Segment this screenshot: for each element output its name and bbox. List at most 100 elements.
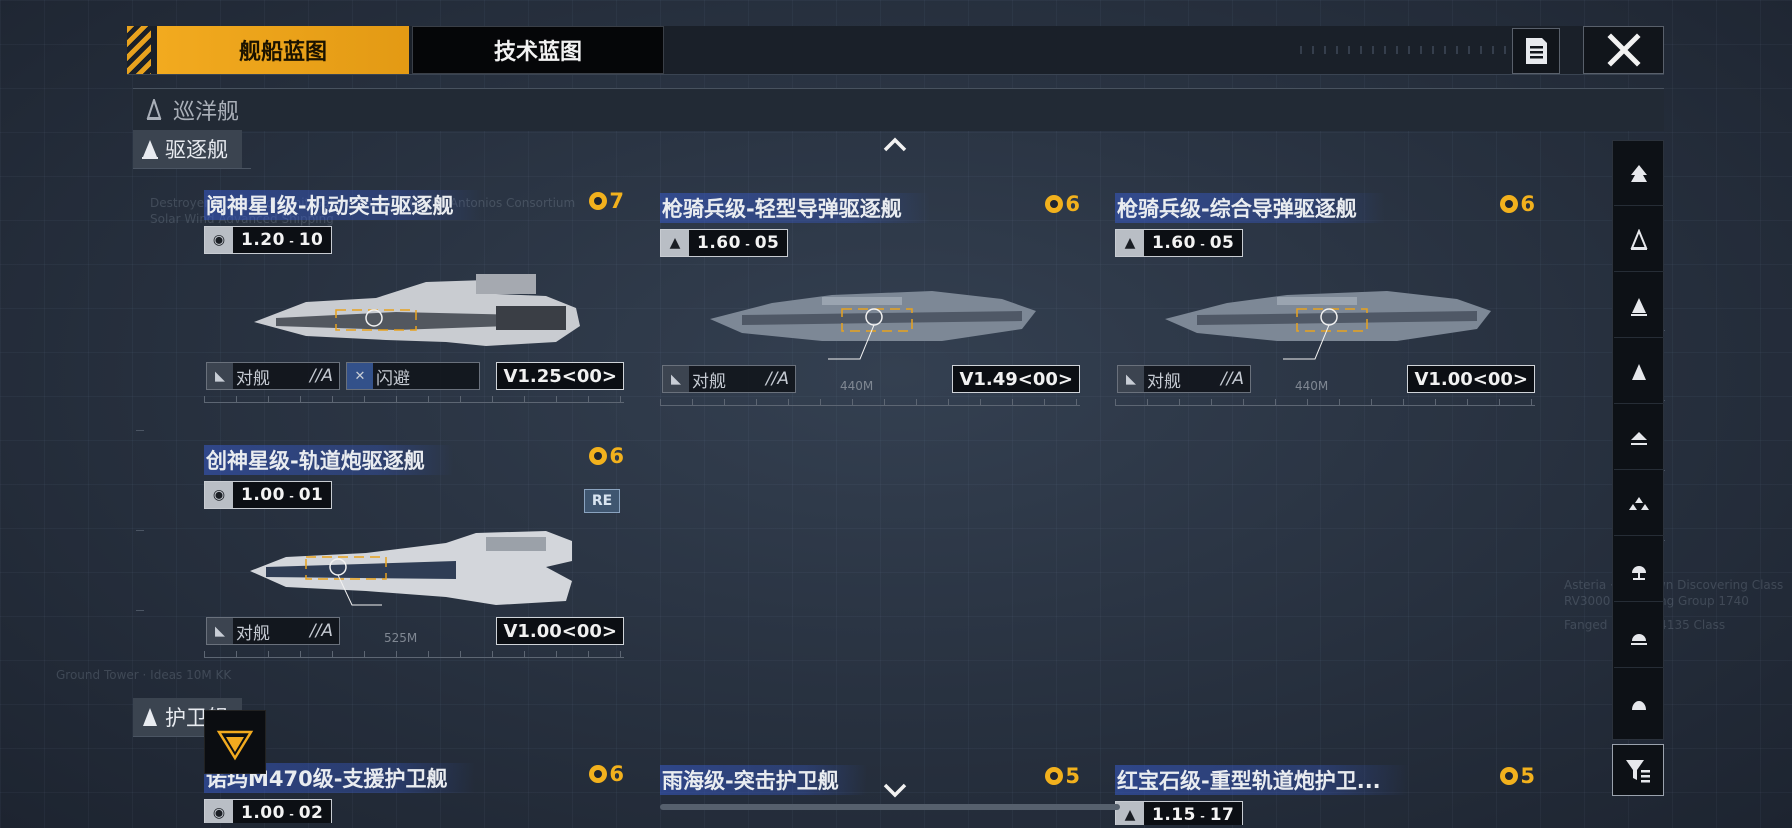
sidebar-item-corvette[interactable] xyxy=(1614,407,1664,470)
divider xyxy=(133,168,251,169)
cost-icon xyxy=(1045,767,1064,785)
evasion-icon: ✕ xyxy=(347,363,373,389)
ship-cost: 6 xyxy=(1045,192,1080,216)
sidebar-item-carrier[interactable] xyxy=(1614,143,1664,206)
tag-anti-ship: ◣ 对舰//A xyxy=(206,362,340,390)
ship-name: 创神星级-轨道炮驱逐舰 xyxy=(204,445,453,475)
ship-baseline xyxy=(204,388,624,403)
sidebar-item-fighter[interactable] xyxy=(1614,473,1664,536)
ship-image xyxy=(254,274,580,346)
scroll-up-icon[interactable] xyxy=(882,136,908,152)
collapse-button[interactable] xyxy=(204,710,266,774)
ship-cost: 5 xyxy=(1045,765,1080,788)
tag-anti-ship: ◣ 对舰//A xyxy=(662,365,796,393)
document-icon xyxy=(1526,38,1547,64)
ship-baseline xyxy=(1115,391,1535,406)
destroyer-icon: ▲ xyxy=(661,230,689,256)
cost-icon xyxy=(1045,195,1064,213)
ship-name: 枪骑兵级-轻型导弹驱逐舰 xyxy=(660,193,930,223)
sidebar-item-destroyer[interactable] xyxy=(1614,275,1664,338)
ship-version: V1.00<00> xyxy=(496,617,624,645)
ship-cost-value: 6 xyxy=(609,763,624,786)
frigate-icon xyxy=(143,708,157,726)
re-badge: RE xyxy=(584,489,620,513)
scroll-down-icon[interactable] xyxy=(882,782,908,798)
ship-cost: 5 xyxy=(1500,765,1535,788)
document-button[interactable] xyxy=(1512,28,1560,74)
ship-name: 阋神星I级-机动突击驱逐舰 xyxy=(204,190,482,220)
speed-icon: ◉ xyxy=(205,482,233,508)
filter-icon xyxy=(1626,760,1650,783)
decor-ticks xyxy=(1300,46,1520,54)
sidebar-item-auxiliary[interactable] xyxy=(1614,605,1664,668)
support-icon xyxy=(1632,566,1646,580)
ship-cost-value: 6 xyxy=(609,444,624,468)
ship-card[interactable]: 诺玛M470级-支援护卫舰 6 ◉ 1.00 - 02 xyxy=(204,763,624,823)
ship-card[interactable]: 创神星级-轨道炮驱逐舰 6 ◉ 1.00 - 01 RE ◣ 对舰//A 525M… xyxy=(204,444,624,675)
ship-cost-value: 6 xyxy=(1520,192,1535,216)
ship-spec-value: 1.00 - 02 xyxy=(241,803,324,823)
tab-tech-blueprint[interactable]: 技术蓝图 xyxy=(412,26,664,74)
anti-ship-icon: ◣ xyxy=(663,366,689,392)
ship-card[interactable]: 阋神星I级-机动突击驱逐舰 7 ◉ 1.20 - 10 ◣ 对舰//A ✕ 闪避 V… xyxy=(204,189,624,420)
frigate-icon xyxy=(1632,364,1646,380)
ship-card[interactable]: 枪骑兵级-轻型导弹驱逐舰 6 ▲ 1.60 - 05 ◣ 对舰//A 440M V… xyxy=(660,192,1080,423)
ship-cost: 6 xyxy=(589,444,624,468)
ship-cost-value: 5 xyxy=(1520,765,1535,788)
anti-ship-icon: ◣ xyxy=(1118,366,1144,392)
sidebar-item-support[interactable] xyxy=(1614,539,1664,602)
ship-baseline xyxy=(660,391,1080,406)
ship-version: V1.49<00> xyxy=(952,365,1080,393)
category-destroyer-header[interactable]: 驱逐舰 xyxy=(133,130,242,168)
ship-cost-value: 5 xyxy=(1065,765,1080,788)
cost-icon xyxy=(1500,195,1519,213)
ship-spec-value: 1.15 - 17 xyxy=(1152,805,1235,825)
speed-icon: ◉ xyxy=(205,227,233,253)
destroyer-icon xyxy=(1631,298,1647,316)
anti-ship-icon: ◣ xyxy=(207,618,233,644)
ship-card[interactable]: 枪骑兵级-综合导弹驱逐舰 6 ▲ 1.60 - 05 ◣ 对舰//A 440M V… xyxy=(1115,192,1535,423)
ship-image xyxy=(710,291,1036,360)
horizontal-scrollbar[interactable] xyxy=(660,804,1120,810)
ship-name: 雨海级-突击护卫舰 xyxy=(660,765,867,795)
ship-spec: ▲ 1.15 - 17 xyxy=(1115,801,1244,825)
category-cruiser-header[interactable]: 巡洋舰 xyxy=(133,88,1664,131)
other-icon xyxy=(1632,701,1646,710)
tag-evasion: ✕ 闪避 xyxy=(346,362,480,390)
ship-cost-value: 6 xyxy=(1065,192,1080,216)
ship-spec: ◉ 1.00 - 02 xyxy=(204,799,333,823)
ship-cost-value: 7 xyxy=(609,189,624,213)
ship-cost: 7 xyxy=(589,189,624,213)
destroyer-icon: ▲ xyxy=(1116,802,1144,825)
close-icon xyxy=(1606,33,1641,67)
speed-icon: ◉ xyxy=(205,800,233,823)
auxiliary-icon xyxy=(1631,634,1647,645)
sidebar-item-other[interactable] xyxy=(1614,671,1664,733)
tag-anti-ship: ◣ 对舰//A xyxy=(206,617,340,645)
sidebar-item-frigate[interactable] xyxy=(1614,341,1664,404)
class-filter-sidebar xyxy=(1612,140,1664,740)
destroyer-icon xyxy=(142,140,158,159)
cruiser-icon xyxy=(146,99,162,120)
sidebar-item-cruiser[interactable] xyxy=(1614,209,1664,272)
cost-icon xyxy=(589,192,608,210)
ship-name: 枪骑兵级-综合导弹驱逐舰 xyxy=(1115,193,1385,223)
close-button[interactable] xyxy=(1583,26,1664,74)
filter-button[interactable] xyxy=(1612,744,1664,796)
ship-version: V1.25<00> xyxy=(496,362,624,390)
ship-version: V1.00<00> xyxy=(1407,365,1535,393)
corvette-icon xyxy=(1631,432,1647,445)
ship-image xyxy=(250,531,572,606)
destroyer-icon: ▲ xyxy=(1116,230,1144,256)
ship-cost: 6 xyxy=(589,763,624,786)
ship-name: 红宝石级-重型轨道炮护卫... xyxy=(1115,765,1409,795)
fighter-icon xyxy=(1629,497,1649,510)
ship-card[interactable]: 雨海级-突击护卫舰 5 xyxy=(660,765,1080,825)
ship-card[interactable]: 红宝石级-重型轨道炮护卫... 5 ▲ 1.15 - 17 xyxy=(1115,765,1535,825)
cost-icon xyxy=(589,447,608,465)
carrier-icon xyxy=(1631,165,1647,182)
cruiser-icon xyxy=(1630,229,1648,250)
ship-cost: 6 xyxy=(1500,192,1535,216)
tab-ship-blueprint[interactable]: 舰船蓝图 xyxy=(157,26,409,74)
cost-icon xyxy=(1500,767,1519,785)
